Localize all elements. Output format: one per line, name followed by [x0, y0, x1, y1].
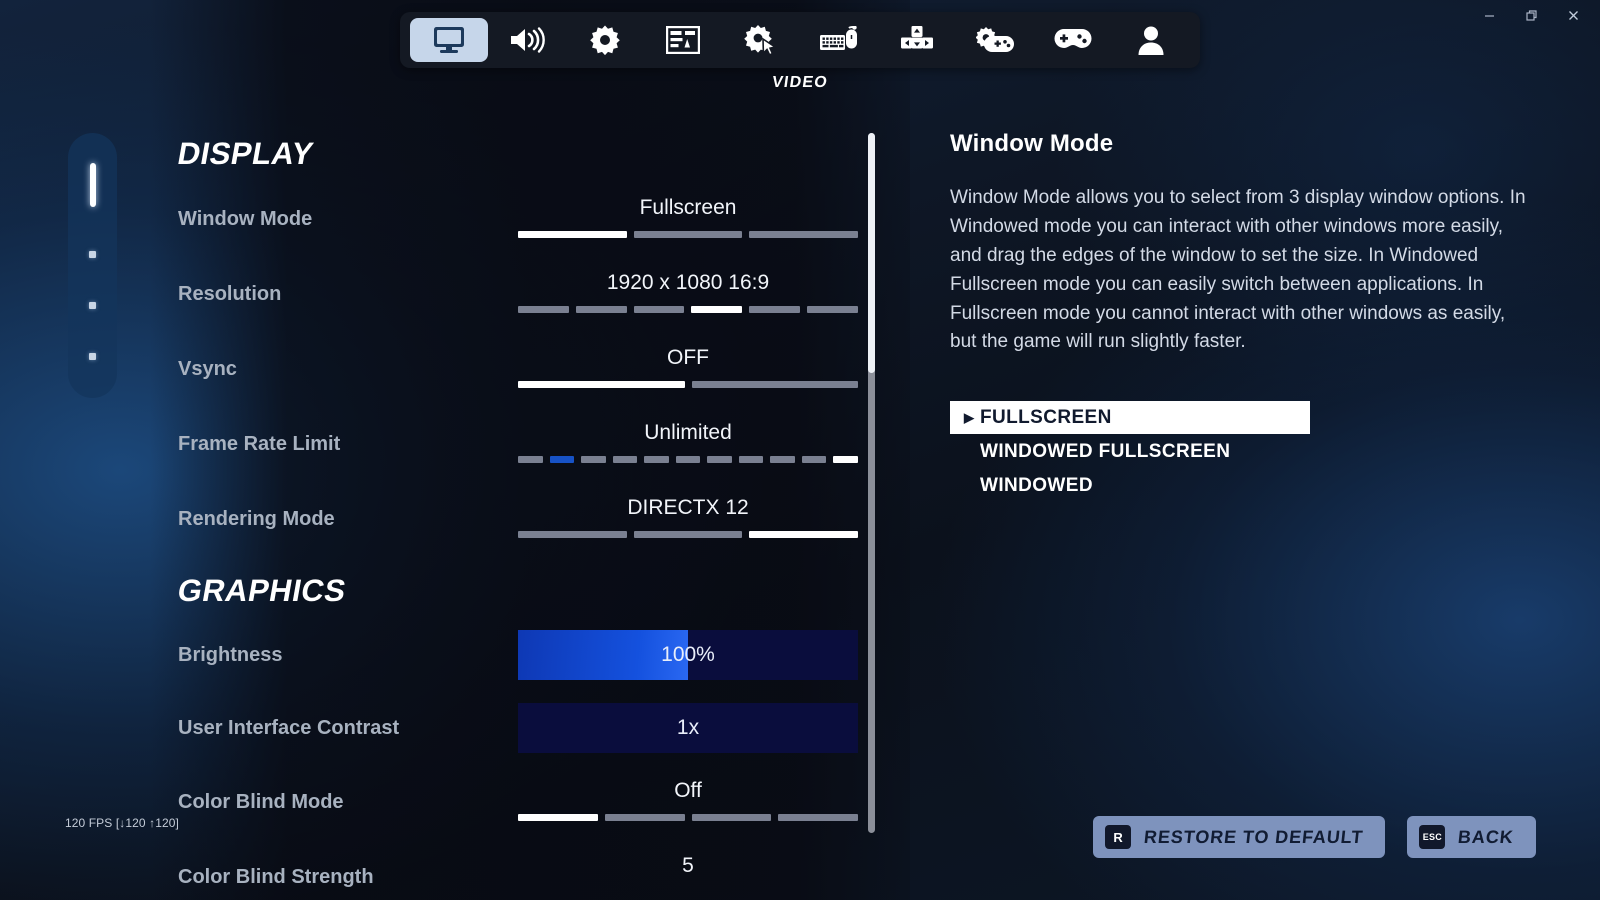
section-nav-marker[interactable]	[89, 251, 96, 258]
fps-overlay: 120 FPS [↓120 ↑120]	[65, 816, 179, 830]
setting-label: Vsync	[178, 358, 237, 380]
caret-right-icon: ▶	[964, 445, 980, 458]
info-panel: Window Mode Window Mode allows you to se…	[950, 130, 1550, 503]
section-nav-marker-active[interactable]	[89, 163, 96, 207]
window-controls	[1468, 2, 1594, 28]
setting-row-resolution[interactable]: Resolution 1920 x 1080 16:9	[178, 257, 868, 332]
option-label: FULLSCREEN	[980, 406, 1112, 428]
tab-controller-config[interactable]	[956, 18, 1034, 62]
section-title: DISPLAY	[175, 136, 317, 171]
gear-cursor-icon	[744, 24, 778, 56]
segment-bar[interactable]	[518, 306, 858, 313]
segment-bar[interactable]	[518, 814, 858, 821]
back-button[interactable]: ESC BACK	[1407, 816, 1536, 858]
segment-bar[interactable]	[518, 231, 859, 238]
tab-account[interactable]	[1112, 18, 1190, 62]
monitor-icon	[432, 25, 466, 55]
segment-bar[interactable]	[518, 456, 859, 463]
person-icon	[1137, 25, 1165, 55]
close-button[interactable]	[1552, 2, 1594, 28]
keyboard-mouse-icon	[819, 26, 859, 54]
button-label: RESTORE TO DEFAULT	[1143, 826, 1365, 847]
setting-label: Rendering Mode	[178, 508, 335, 530]
brightness-slider[interactable]: 100%	[518, 630, 858, 680]
section-navigator[interactable]	[68, 133, 117, 398]
tab-controller[interactable]	[1034, 18, 1112, 62]
setting-row-rendering-mode[interactable]: Rendering Mode DIRECTX 12	[178, 482, 868, 557]
setting-label: Color Blind Mode	[178, 791, 344, 813]
settings-scrollbar[interactable]	[868, 133, 875, 833]
key-badge-r: R	[1105, 825, 1132, 849]
setting-label: Resolution	[178, 283, 282, 305]
setting-row-ui-contrast[interactable]: User Interface Contrast 1x	[178, 692, 868, 765]
section-header-display: DISPLAY	[175, 126, 868, 182]
slider-value: 1x	[676, 716, 700, 739]
option-label: WINDOWED FULLSCREEN	[980, 440, 1231, 462]
option-windowed[interactable]: ▶ WINDOWED	[950, 469, 1550, 502]
setting-row-frame-rate-limit[interactable]: Frame Rate Limit Unlimited	[178, 407, 868, 482]
button-label: BACK	[1457, 826, 1516, 847]
restore-button[interactable]	[1510, 2, 1552, 28]
setting-row-brightness[interactable]: Brightness 100%	[178, 619, 868, 692]
tab-audio[interactable]	[488, 18, 566, 62]
dpad-icon	[900, 25, 934, 55]
active-tab-label: VIDEO	[770, 74, 830, 91]
setting-value: 5	[682, 854, 694, 877]
setting-row-color-blind-strength[interactable]: Color Blind Strength 5	[178, 840, 868, 900]
setting-label: User Interface Contrast	[178, 717, 400, 739]
slider-value: 100%	[661, 643, 715, 666]
window-mode-options: ▶ FULLSCREEN ▶ WINDOWED FULLSCREEN ▶ WIN…	[950, 401, 1550, 502]
option-windowed-fullscreen[interactable]: ▶ WINDOWED FULLSCREEN	[950, 435, 1550, 468]
option-label: WINDOWED	[980, 474, 1093, 496]
speaker-icon	[509, 26, 545, 54]
section-header-graphics: GRAPHICS	[175, 563, 868, 619]
setting-label: Color Blind Strength	[178, 866, 374, 888]
setting-row-window-mode[interactable]: Window Mode Fullscreen	[178, 182, 868, 257]
option-fullscreen[interactable]: ▶ FULLSCREEN	[950, 401, 1310, 435]
setting-value: OFF	[667, 346, 709, 369]
caret-right-icon: ▶	[964, 410, 975, 426]
tab-game[interactable]	[566, 18, 644, 62]
setting-label: Frame Rate Limit	[178, 433, 341, 455]
key-badge-esc: ESC	[1419, 825, 1446, 849]
settings-screen: VIDEO DISPLAY Window Mode Fullscreen Res…	[0, 0, 1600, 900]
tab-accessibility[interactable]	[722, 18, 800, 62]
gear-icon	[589, 24, 621, 56]
controller-icon	[1054, 27, 1092, 53]
segment-bar[interactable]	[518, 381, 858, 388]
hud-layout-icon	[666, 26, 700, 54]
setting-label: Brightness	[178, 644, 283, 666]
info-panel-description: Window Mode allows you to select from 3 …	[950, 187, 1526, 353]
section-nav-marker[interactable]	[89, 353, 96, 360]
minimize-button[interactable]	[1468, 2, 1510, 28]
tab-keyboard-mouse[interactable]	[800, 18, 878, 62]
setting-row-vsync[interactable]: Vsync OFF	[178, 332, 868, 407]
restore-to-default-button[interactable]: R RESTORE TO DEFAULT	[1093, 816, 1386, 858]
info-panel-title: Window Mode	[950, 130, 1114, 157]
settings-list: DISPLAY Window Mode Fullscreen Resolutio…	[175, 126, 868, 888]
tab-keybinds[interactable]	[878, 18, 956, 62]
setting-value: 1920 x 1080 16:9	[606, 271, 770, 294]
tab-video[interactable]	[410, 18, 488, 62]
caret-right-icon: ▶	[964, 479, 980, 492]
setting-value: Fullscreen	[639, 196, 737, 219]
section-nav-marker[interactable]	[89, 302, 96, 309]
tab-hud[interactable]	[644, 18, 722, 62]
segment-bar[interactable]	[518, 531, 859, 538]
setting-label: Window Mode	[178, 208, 313, 230]
setting-value: Unlimited	[644, 421, 732, 444]
section-title: GRAPHICS	[175, 573, 349, 608]
ui-contrast-slider[interactable]: 1x	[518, 703, 858, 753]
footer-actions: R RESTORE TO DEFAULT ESC BACK	[1093, 816, 1536, 858]
scrollbar-thumb[interactable]	[868, 133, 875, 373]
controller-gear-icon	[976, 25, 1014, 55]
setting-value: DIRECTX 12	[627, 496, 749, 519]
setting-row-color-blind-mode[interactable]: Color Blind Mode Off	[178, 765, 868, 840]
setting-value: Off	[674, 779, 702, 802]
settings-tab-bar	[0, 12, 1600, 68]
